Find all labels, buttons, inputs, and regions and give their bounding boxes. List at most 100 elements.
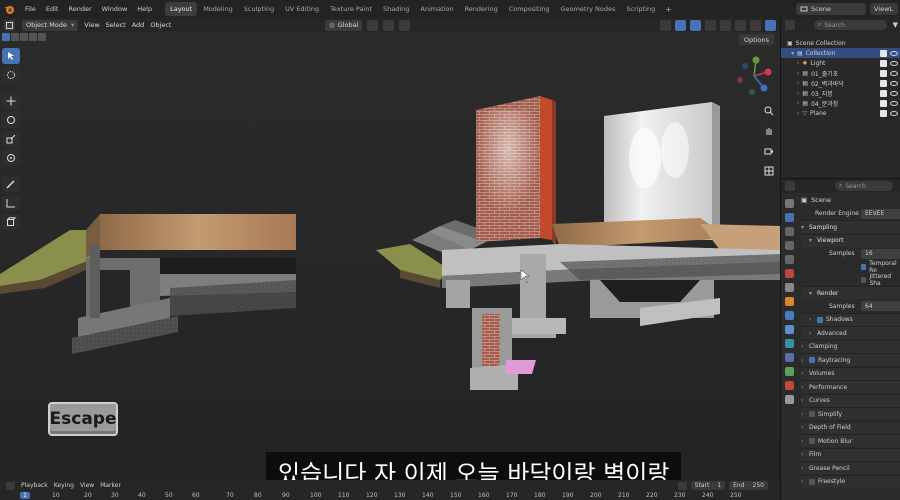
keying-menu[interactable]: Keying (54, 482, 74, 489)
properties-search-input[interactable]: ⌕ Search (835, 181, 893, 191)
texture-tab-icon[interactable] (784, 395, 794, 404)
checkbox-unchecked[interactable] (861, 276, 867, 283)
menu-file[interactable]: File (20, 0, 41, 18)
properties-editor[interactable]: ⌕ Search ▣ Scene Render Engine EEVEE ▾ S… (781, 178, 900, 500)
select-new-icon[interactable] (2, 33, 10, 41)
timeline[interactable]: Playback Keying View Marker Start 1 End … (0, 480, 780, 500)
eye-icon[interactable] (890, 110, 898, 116)
editor-type-button[interactable] (785, 20, 795, 30)
measure-tool[interactable] (2, 195, 20, 211)
tab-uv-editing[interactable]: UV Editing (280, 2, 324, 16)
outliner-row-door-window[interactable]: › ▤ 04_문과창 (781, 98, 900, 108)
3d-viewport[interactable]: Object Mode ▾ View Select Add Object ◍ G… (0, 18, 780, 480)
solid-shading-icon[interactable] (735, 19, 746, 31)
outliner-row-plane[interactable]: › ▽ Plane (781, 108, 900, 118)
annotate-tool[interactable] (2, 176, 20, 192)
panel-curves[interactable]: › Curves (801, 393, 900, 407)
material-shading-icon[interactable] (750, 19, 761, 31)
pan-hand-icon[interactable] (762, 124, 776, 138)
cursor-tool[interactable] (2, 67, 20, 83)
select-invert-icon[interactable] (29, 33, 37, 41)
editor-type-button[interactable] (4, 19, 15, 31)
menu-render[interactable]: Render (63, 0, 96, 18)
frame-ruler[interactable]: 1 10 20 30 40 50 60 70 80 90 100 110 120… (0, 491, 780, 500)
menu-view[interactable]: View (84, 21, 99, 29)
gizmo-toggle-icon[interactable] (675, 19, 686, 31)
tab-texture-paint[interactable]: Texture Paint (325, 2, 377, 16)
collection-tab-icon[interactable] (784, 283, 794, 292)
playback-menu[interactable]: Playback (21, 482, 48, 489)
view-layer-tab-icon[interactable] (784, 241, 794, 250)
tab-compositing[interactable]: Compositing (504, 2, 555, 16)
outliner-row-scene-collection[interactable]: ▣ Scene Collection (781, 38, 900, 48)
navigation-gizmo[interactable] (732, 54, 776, 98)
eye-icon[interactable] (890, 80, 898, 86)
panel-render[interactable]: ▾ Render (801, 286, 900, 299)
xray-icon[interactable] (705, 19, 716, 31)
options-dropdown[interactable]: Options (738, 34, 774, 45)
scene-selector[interactable]: Scene (796, 3, 866, 15)
tool-tab-icon[interactable] (784, 199, 794, 208)
outliner-row-light[interactable]: › ✹ Light (781, 58, 900, 68)
snap-icon[interactable] (383, 19, 395, 31)
material-tab-icon[interactable] (784, 381, 794, 390)
exclude-checkbox[interactable] (880, 99, 887, 107)
render-samples-field[interactable]: 64 (861, 301, 900, 311)
panel-shadows[interactable]: › Shadows (801, 312, 900, 326)
add-workspace-button[interactable]: + (661, 5, 676, 14)
tab-shading[interactable]: Shading (378, 2, 414, 16)
scale-tool[interactable] (2, 131, 20, 147)
checkbox-checked[interactable] (817, 316, 823, 323)
checkbox-unchecked[interactable] (809, 478, 815, 485)
render-engine-dropdown[interactable]: EEVEE (861, 208, 900, 219)
world-tab-icon[interactable] (784, 269, 794, 278)
output-tab-icon[interactable] (784, 227, 794, 236)
add-cube-tool[interactable] (2, 214, 20, 230)
panel-raytracing[interactable]: › Raytracing (801, 353, 900, 366)
view-layer-selector[interactable]: ViewL (870, 3, 898, 15)
checkbox-checked[interactable] (861, 263, 867, 270)
panel-film[interactable]: › Film (801, 447, 900, 461)
panel-volumes[interactable]: › Volumes (801, 366, 900, 380)
tab-rendering[interactable]: Rendering (460, 2, 503, 16)
panel-motion-blur[interactable]: › Motion Blur (801, 434, 900, 447)
rendered-shading-icon[interactable] (765, 19, 776, 31)
tab-geometry-nodes[interactable]: Geometry Nodes (556, 2, 621, 16)
editor-type-button[interactable] (6, 481, 15, 490)
exclude-checkbox[interactable] (880, 109, 887, 117)
temporal-reprojection-row[interactable]: Temporal Re (801, 260, 900, 274)
tab-layout[interactable]: Layout (165, 2, 198, 16)
tab-sculpting[interactable]: Sculpting (239, 2, 279, 16)
editor-type-button[interactable] (785, 181, 795, 191)
modifier-tab-icon[interactable] (784, 311, 794, 320)
outliner[interactable]: ⌕ Search ▼ ▣ Scene Collection ▾ ▤ Collec… (781, 18, 900, 178)
panel-simplify[interactable]: › Simplify (801, 407, 900, 420)
checkbox-unchecked[interactable] (809, 411, 815, 417)
physics-tab-icon[interactable] (784, 339, 794, 348)
start-frame-field[interactable]: Start 1 (690, 481, 726, 490)
panel-sampling[interactable]: ▾ Sampling (801, 220, 900, 233)
render-tab-icon[interactable] (784, 213, 794, 222)
pivot-icon[interactable] (367, 19, 379, 31)
menu-edit[interactable]: Edit (41, 0, 64, 18)
panel-clamping[interactable]: › Clamping (801, 339, 900, 353)
select-subtract-icon[interactable] (20, 33, 28, 41)
wireframe-shading-icon[interactable] (720, 19, 731, 31)
data-tab-icon[interactable] (784, 367, 794, 376)
eye-icon[interactable] (890, 50, 898, 56)
exclude-checkbox[interactable] (880, 59, 887, 67)
tab-scripting[interactable]: Scripting (621, 2, 660, 16)
exclude-checkbox[interactable] (880, 69, 887, 77)
menu-help[interactable]: Help (132, 0, 157, 18)
play-icon[interactable] (677, 481, 687, 490)
viewport-samples-field[interactable]: 16 (861, 248, 900, 259)
jittered-shadows-row[interactable]: Jittered Sha (801, 273, 900, 287)
filter-icon[interactable]: ▼ (893, 21, 898, 29)
select-extend-icon[interactable] (11, 33, 19, 41)
panel-viewport[interactable]: ▾ Viewport (801, 233, 900, 247)
eye-icon[interactable] (890, 100, 898, 106)
menu-window[interactable]: Window (97, 0, 133, 18)
view-menu[interactable]: View (80, 482, 94, 489)
exclude-checkbox[interactable] (880, 89, 887, 97)
tab-animation[interactable]: Animation (415, 2, 458, 16)
